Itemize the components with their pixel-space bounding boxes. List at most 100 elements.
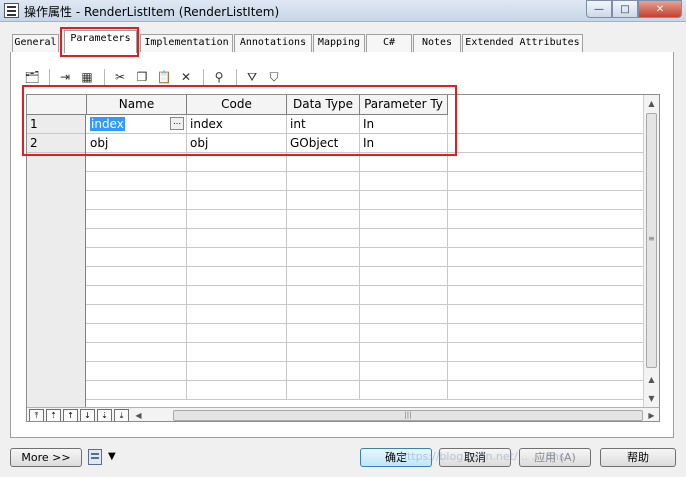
empty-cell[interactable] — [287, 286, 360, 305]
find-icon[interactable]: ⚲ — [209, 67, 229, 87]
empty-cell[interactable] — [187, 343, 287, 362]
empty-cell[interactable] — [187, 172, 287, 191]
property-sheet-icon[interactable] — [88, 449, 102, 465]
row-header[interactable] — [27, 305, 86, 324]
row-header[interactable] — [27, 191, 86, 210]
horizontal-scroll-thumb[interactable]: ||| — [173, 410, 643, 421]
more-button[interactable]: More >> — [10, 448, 82, 467]
empty-cell[interactable] — [360, 172, 448, 191]
scroll-down-icon[interactable]: ▼ — [644, 390, 659, 406]
empty-cell[interactable] — [87, 267, 187, 286]
empty-row[interactable] — [27, 229, 645, 248]
tab-notes[interactable]: Notes — [413, 34, 461, 52]
empty-cell[interactable] — [360, 381, 448, 400]
move-up-icon[interactable]: ↑ — [63, 409, 78, 421]
row-header[interactable] — [27, 324, 86, 343]
vertical-scroll-thumb[interactable]: ≡ — [646, 113, 657, 368]
tab-annotations[interactable]: Annotations — [234, 34, 312, 52]
paste-icon[interactable]: 📋 — [154, 67, 174, 87]
scroll-left-icon[interactable]: ◀ — [131, 408, 146, 421]
empty-cell[interactable] — [187, 324, 287, 343]
row-header[interactable] — [27, 381, 86, 400]
minimize-button[interactable]: — — [586, 0, 612, 18]
empty-row[interactable] — [27, 210, 645, 229]
vertical-scrollbar[interactable]: ▲ ≡ ▲ ▼ — [643, 95, 659, 407]
empty-cell[interactable] — [287, 343, 360, 362]
empty-cell[interactable] — [287, 210, 360, 229]
add-row-icon[interactable]: ▦ — [77, 67, 97, 87]
maximize-button[interactable]: □ — [612, 0, 638, 18]
row-header[interactable] — [27, 267, 86, 286]
empty-cell[interactable] — [87, 191, 187, 210]
chevron-down-icon[interactable]: ▼ — [108, 451, 116, 462]
insert-row-icon[interactable]: ⇥ — [55, 67, 75, 87]
empty-cell[interactable] — [287, 305, 360, 324]
row-header[interactable] — [27, 248, 86, 267]
empty-row[interactable] — [27, 267, 645, 286]
empty-cell[interactable] — [287, 229, 360, 248]
move-down-page-icon[interactable]: ⇣ — [97, 409, 112, 421]
empty-cell[interactable] — [87, 286, 187, 305]
empty-cell[interactable] — [360, 248, 448, 267]
empty-row[interactable] — [27, 362, 645, 381]
row-header[interactable] — [27, 362, 86, 381]
tab-csharp[interactable]: C# — [366, 34, 412, 52]
scroll-top-icon[interactable]: ▲ — [644, 371, 659, 387]
empty-cell[interactable] — [287, 381, 360, 400]
empty-cell[interactable] — [87, 248, 187, 267]
empty-cell[interactable] — [187, 381, 287, 400]
tab-implementation[interactable]: Implementation — [140, 34, 233, 52]
row-header[interactable] — [27, 286, 86, 305]
empty-row[interactable] — [27, 324, 645, 343]
empty-cell[interactable] — [287, 324, 360, 343]
empty-row[interactable] — [27, 248, 645, 267]
empty-cell[interactable] — [187, 229, 287, 248]
empty-cell[interactable] — [87, 381, 187, 400]
empty-cell[interactable] — [87, 362, 187, 381]
empty-row[interactable] — [27, 172, 645, 191]
empty-cell[interactable] — [360, 362, 448, 381]
cut-icon[interactable]: ✂ — [110, 67, 130, 87]
move-to-top-icon[interactable]: ⤒ — [29, 409, 44, 421]
properties-icon[interactable]: 🗂 — [22, 67, 42, 87]
empty-row[interactable] — [27, 191, 645, 210]
empty-cell[interactable] — [87, 343, 187, 362]
empty-row[interactable] — [27, 305, 645, 324]
empty-cell[interactable] — [87, 229, 187, 248]
row-header[interactable] — [27, 343, 86, 362]
empty-cell[interactable] — [360, 343, 448, 362]
empty-cell[interactable] — [360, 267, 448, 286]
empty-row[interactable] — [27, 381, 645, 400]
empty-cell[interactable] — [187, 362, 287, 381]
empty-row[interactable] — [27, 343, 645, 362]
copy-icon[interactable]: ❐ — [132, 67, 152, 87]
empty-cell[interactable] — [187, 248, 287, 267]
empty-row[interactable] — [27, 286, 645, 305]
move-to-bottom-icon[interactable]: ⤓ — [114, 409, 129, 421]
tab-mapping[interactable]: Mapping — [313, 34, 365, 52]
scroll-up-icon[interactable]: ▲ — [644, 95, 659, 111]
empty-cell[interactable] — [87, 324, 187, 343]
empty-cell[interactable] — [187, 191, 287, 210]
row-header[interactable] — [27, 210, 86, 229]
scroll-right-icon[interactable]: ▶ — [644, 408, 659, 421]
help-button[interactable]: 帮助 — [600, 448, 676, 467]
empty-cell[interactable] — [287, 248, 360, 267]
filter-icon[interactable]: ⛛ — [242, 67, 262, 87]
close-button[interactable]: ✕ — [638, 0, 682, 18]
empty-cell[interactable] — [360, 324, 448, 343]
empty-cell[interactable] — [287, 362, 360, 381]
move-up-page-icon[interactable]: ⇡ — [46, 409, 61, 421]
tab-extended-attributes[interactable]: Extended Attributes — [462, 34, 583, 52]
empty-cell[interactable] — [187, 267, 287, 286]
empty-cell[interactable] — [360, 191, 448, 210]
empty-cell[interactable] — [360, 210, 448, 229]
empty-cell[interactable] — [87, 210, 187, 229]
empty-cell[interactable] — [287, 267, 360, 286]
empty-cell[interactable] — [287, 172, 360, 191]
delete-icon[interactable]: ✕ — [176, 67, 196, 87]
move-down-icon[interactable]: ↓ — [80, 409, 95, 421]
empty-cell[interactable] — [187, 210, 287, 229]
tab-general[interactable]: General — [12, 34, 59, 52]
empty-cell[interactable] — [360, 286, 448, 305]
